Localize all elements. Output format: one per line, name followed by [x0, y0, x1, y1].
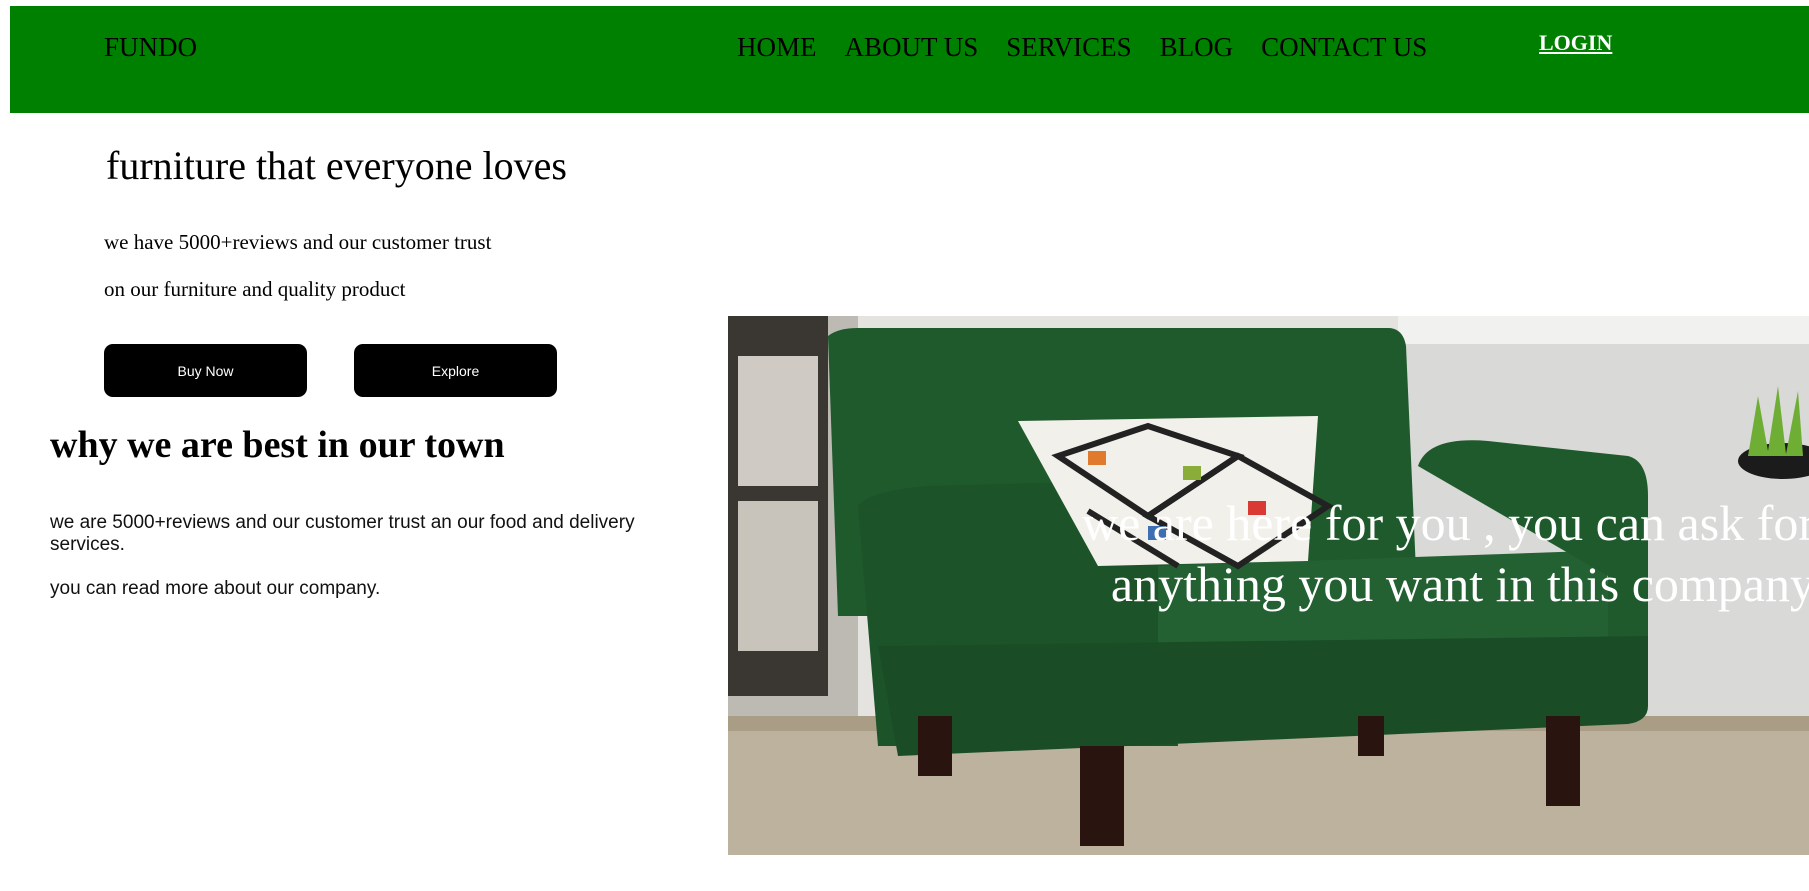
login-link[interactable]: LOGIN	[1539, 32, 1612, 54]
hero-subtitle-line-2: on our furniture and quality product	[104, 277, 406, 301]
why-section-title: why we are best in our town	[50, 424, 505, 466]
nav-contact-link[interactable]: CONTACT US	[1261, 34, 1427, 61]
hero-title: furniture that everyone loves	[106, 143, 567, 188]
nav-services-link[interactable]: SERVICES	[1006, 34, 1131, 61]
explore-button[interactable]: Explore	[354, 344, 557, 397]
hero-subtitle-line-1: we have 5000+reviews and our customer tr…	[104, 230, 492, 254]
armchair-photo: we are here for you , you can ask for an…	[728, 316, 1809, 855]
buy-now-button[interactable]: Buy Now	[104, 344, 307, 397]
main-nav: HOME ABOUT US SERVICES BLOG CONTACT US	[737, 34, 1427, 61]
image-overlay-text: we are here for you , you can ask for an…	[728, 493, 1809, 615]
nav-blog-link[interactable]: BLOG	[1160, 34, 1234, 61]
overlay-line-2: anything you want in this company	[1110, 556, 1809, 612]
brand-logo[interactable]: FUNDO	[104, 34, 197, 61]
nav-about-link[interactable]: ABOUT US	[845, 34, 979, 61]
why-section-paragraph: we are 5000+reviews and our customer tru…	[50, 512, 635, 555]
overlay-line-1: we are here for you , you can ask for	[1081, 495, 1809, 551]
navbar: FUNDO HOME ABOUT US SERVICES BLOG CONTAC…	[10, 6, 1809, 113]
nav-home-link[interactable]: HOME	[737, 34, 817, 61]
why-section-read-more: you can read more about our company.	[50, 578, 381, 599]
